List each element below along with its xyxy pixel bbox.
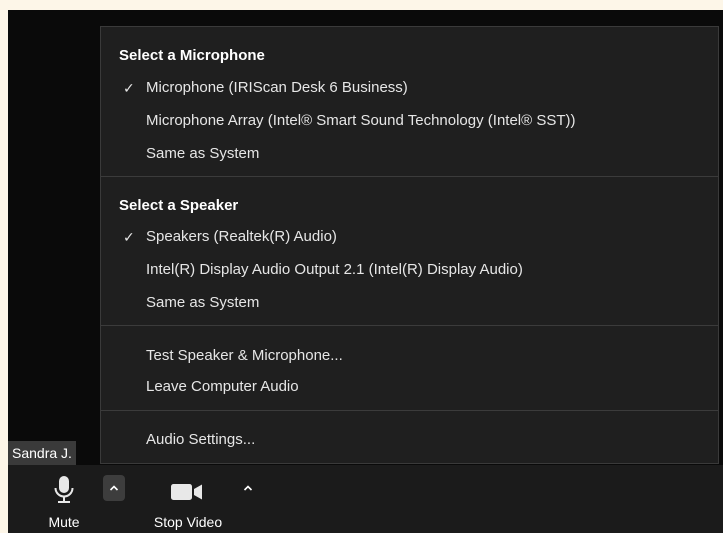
menu-item-label: Microphone (IRIScan Desk 6 Business) <box>146 79 408 96</box>
checkmark-icon: ✓ <box>123 229 135 245</box>
select-speaker-heading: Select a Speaker <box>119 197 239 214</box>
participant-name-tag: Sandra J. <box>8 441 76 465</box>
chevron-up-icon <box>109 485 119 491</box>
menu-item-label: Leave Computer Audio <box>146 378 299 395</box>
menu-item-speaker-same-as-system[interactable]: Same as System <box>101 288 718 318</box>
menu-item-label: Speakers (Realtek(R) Audio) <box>146 228 337 245</box>
meeting-toolbar: Mute Stop Video <box>8 465 723 533</box>
select-microphone-heading: Select a Microphone <box>119 47 265 64</box>
menu-item-label: Same as System <box>146 145 260 162</box>
menu-item-speaker-realtek[interactable]: ✓ Speakers (Realtek(R) Audio) <box>101 222 718 252</box>
mute-label: Mute <box>48 514 80 530</box>
microphone-icon <box>54 476 74 503</box>
menu-item-label: Same as System <box>146 294 260 311</box>
menu-item-label: Test Speaker & Microphone... <box>146 347 343 364</box>
stop-video-label: Stop Video <box>153 514 223 530</box>
menu-item-audio-settings[interactable]: Audio Settings... <box>101 425 718 455</box>
menu-divider <box>101 325 718 326</box>
menu-item-test-speaker-microphone[interactable]: Test Speaker & Microphone... <box>101 341 718 371</box>
stop-video-button[interactable]: Stop Video <box>138 465 238 533</box>
audio-options-menu: Select a Microphone ✓ Microphone (IRISca… <box>100 26 719 464</box>
menu-item-label: Audio Settings... <box>146 431 256 448</box>
audio-options-caret[interactable] <box>103 475 125 501</box>
video-options-caret[interactable] <box>237 475 259 501</box>
video-camera-icon <box>171 484 202 500</box>
menu-item-microphone-iriscan[interactable]: ✓ Microphone (IRIScan Desk 6 Business) <box>101 73 718 103</box>
menu-item-speaker-intel-display[interactable]: Intel(R) Display Audio Output 2.1 (Intel… <box>101 255 718 285</box>
menu-item-microphone-same-as-system[interactable]: Same as System <box>101 139 718 169</box>
menu-divider <box>101 176 718 177</box>
checkmark-icon: ✓ <box>123 80 135 96</box>
menu-item-label: Microphone Array (Intel® Smart Sound Tec… <box>146 112 576 129</box>
menu-item-label: Intel(R) Display Audio Output 2.1 (Intel… <box>146 261 523 278</box>
menu-item-leave-computer-audio[interactable]: Leave Computer Audio <box>101 372 718 402</box>
chevron-up-icon <box>243 485 253 491</box>
menu-divider <box>101 410 718 411</box>
menu-item-microphone-array[interactable]: Microphone Array (Intel® Smart Sound Tec… <box>101 106 718 136</box>
